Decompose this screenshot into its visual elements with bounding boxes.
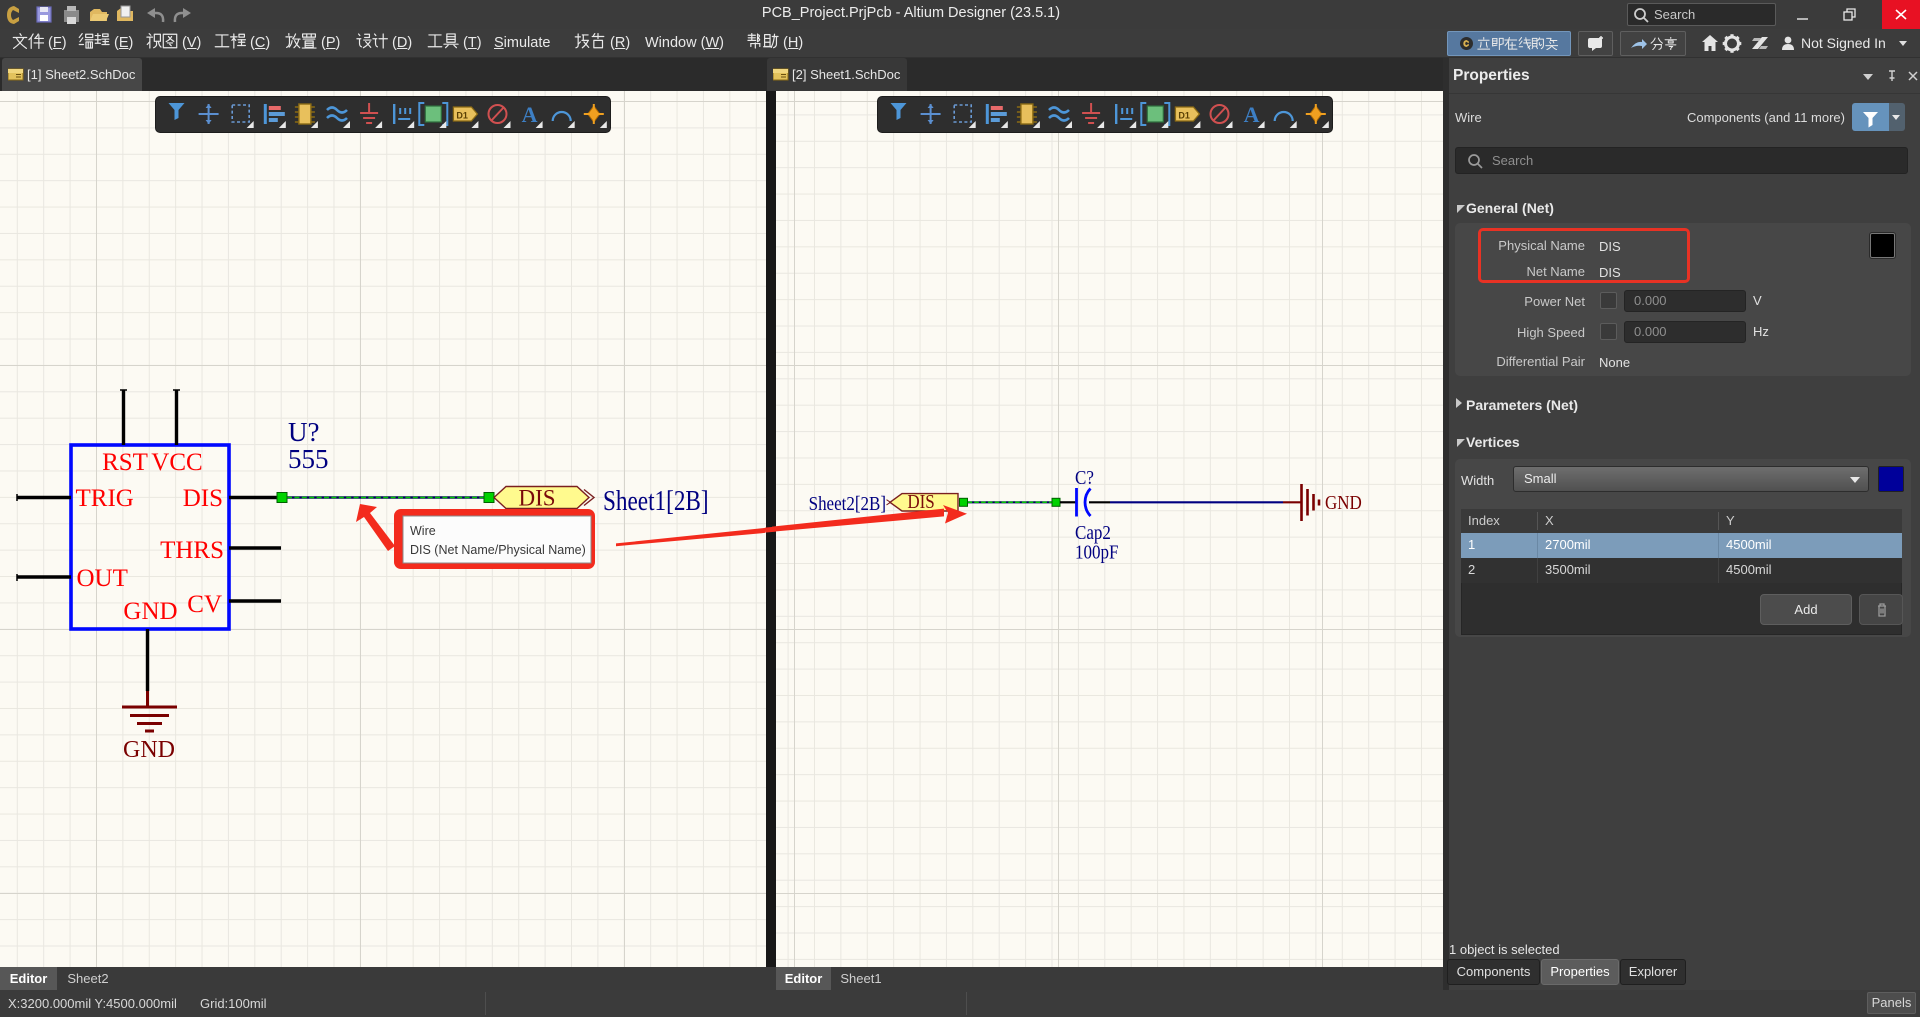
svg-text:Sheet2[2B]: Sheet2[2B] — [809, 493, 886, 516]
svg-text:DIS: DIS — [907, 491, 934, 514]
svg-text:GND: GND — [123, 598, 177, 625]
svg-text:100pF: 100pF — [1075, 541, 1118, 564]
svg-text:U?: U? — [288, 417, 319, 447]
svg-text:DIS (Net Name/Physical Name): DIS (Net Name/Physical Name) — [410, 543, 586, 557]
svg-text:GND: GND — [123, 737, 175, 763]
svg-text:Sheet1[2B]: Sheet1[2B] — [603, 485, 709, 517]
svg-text:DIS: DIS — [518, 486, 555, 511]
svg-text:CV: CV — [187, 591, 222, 618]
svg-text:Wire: Wire — [410, 524, 436, 538]
svg-text:GND: GND — [1325, 492, 1362, 515]
svg-text:THRS: THRS — [160, 537, 224, 564]
svg-text:DIS: DIS — [183, 485, 223, 512]
svg-text:C?: C? — [1075, 467, 1094, 490]
svg-text:RST: RST — [102, 449, 148, 476]
svg-text:VCC: VCC — [151, 449, 202, 476]
svg-text:TRIG: TRIG — [76, 485, 134, 512]
svg-text:555: 555 — [288, 444, 329, 474]
svg-text:OUT: OUT — [77, 565, 128, 592]
